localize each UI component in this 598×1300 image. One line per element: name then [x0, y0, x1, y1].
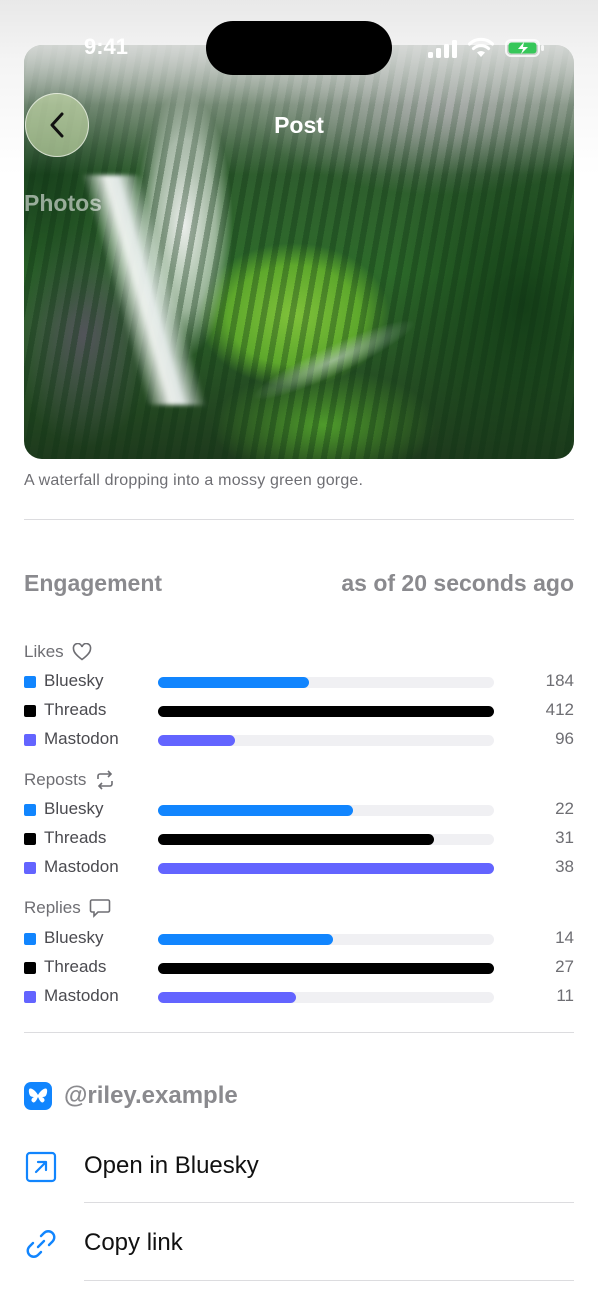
bar-fill [158, 735, 235, 746]
replies-group-title: Replies [24, 898, 111, 918]
engagement-count: 14 [555, 928, 574, 947]
platform-name: Bluesky [44, 799, 104, 818]
bar-fill [158, 677, 309, 688]
engagement-count: 27 [555, 957, 574, 976]
bar-track [158, 677, 494, 688]
bar-fill [158, 963, 494, 974]
reply-bubble-icon [89, 899, 111, 918]
post-photo[interactable] [24, 45, 574, 459]
group-label: Reposts [24, 770, 87, 789]
divider [24, 519, 574, 520]
bar-track [158, 963, 494, 974]
divider [84, 1280, 574, 1281]
engagement-count: 96 [555, 729, 574, 748]
wifi-icon [468, 37, 494, 57]
status-time: 9:41 [84, 34, 129, 59]
bar-fill [158, 992, 296, 1003]
open-in-bluesky-button[interactable]: Open in Bluesky [24, 1136, 574, 1196]
bluesky-butterfly-icon [24, 1082, 52, 1110]
bar-track [158, 863, 494, 874]
legend-swatch [24, 862, 36, 874]
cellular-signal-icon [428, 40, 457, 58]
open-external-icon [25, 1151, 57, 1183]
group-label: Likes [24, 642, 64, 661]
engagement-row-mastodon: Mastodon 96 [24, 729, 574, 751]
engagement-row-threads: Threads 27 [24, 957, 574, 979]
platform-name: Threads [44, 957, 107, 976]
divider [84, 1202, 574, 1203]
bar-fill [158, 863, 494, 874]
account-row: @riley.example [24, 1082, 238, 1110]
legend-swatch [24, 962, 36, 974]
engagement-count: 184 [545, 671, 574, 690]
engagement-row-bluesky: Bluesky 22 [24, 799, 574, 821]
engagement-count: 11 [556, 986, 574, 1005]
bar-track [158, 934, 494, 945]
bar-track [158, 992, 494, 1003]
engagement-row-bluesky: Bluesky 184 [24, 671, 574, 693]
legend-swatch [24, 991, 36, 1003]
likes-group-title: Likes [24, 642, 92, 662]
dynamic-island [206, 21, 392, 75]
legend-swatch [24, 804, 36, 816]
bar-track [158, 834, 494, 845]
action-label: Copy link [84, 1229, 183, 1256]
platform-name: Bluesky [44, 928, 104, 947]
engagement-row-threads: Threads 412 [24, 700, 574, 722]
repost-icon [97, 770, 114, 790]
platform-name: Bluesky [44, 671, 104, 690]
bar-fill [158, 805, 353, 816]
legend-swatch [24, 833, 36, 845]
group-label: Replies [24, 898, 81, 917]
account-handle: @riley.example [64, 1082, 238, 1109]
bar-fill [158, 706, 494, 717]
engagement-title: Engagement [24, 570, 163, 596]
divider [24, 1032, 574, 1033]
link-icon [26, 1230, 56, 1258]
action-label: Open in Bluesky [84, 1152, 259, 1179]
platform-name: Threads [44, 828, 107, 847]
platform-name: Mastodon [44, 986, 119, 1005]
legend-swatch [24, 676, 36, 688]
engagement-row-threads: Threads 31 [24, 828, 574, 850]
battery-charging-icon [505, 39, 544, 57]
platform-name: Mastodon [44, 857, 119, 876]
bar-track [158, 706, 494, 717]
copy-link-button[interactable]: Copy link [24, 1213, 574, 1273]
heart-icon [72, 643, 91, 661]
engagement-count: 31 [555, 828, 574, 847]
legend-swatch [24, 933, 36, 945]
platform-name: Threads [44, 700, 107, 719]
engagement-row-mastodon: Mastodon 38 [24, 857, 574, 879]
engagement-count: 412 [545, 700, 574, 719]
large-title: Photos [24, 190, 102, 216]
engagement-row-mastodon: Mastodon 11 [24, 986, 574, 1008]
bar-track [158, 735, 494, 746]
bar-fill [158, 834, 434, 845]
photo-caption: A waterfall dropping into a mossy green … [24, 472, 364, 489]
engagement-count: 38 [555, 857, 574, 876]
legend-swatch [24, 705, 36, 717]
engagement-row-bluesky: Bluesky 14 [24, 928, 574, 950]
platform-name: Mastodon [44, 729, 119, 748]
engagement-count: 22 [555, 799, 574, 818]
reposts-group-title: Reposts [24, 770, 116, 790]
nav-title: Post [274, 112, 324, 138]
bar-fill [158, 934, 333, 945]
engagement-updated: as of 20 seconds ago [341, 570, 574, 596]
legend-swatch [24, 734, 36, 746]
bar-track [158, 805, 494, 816]
